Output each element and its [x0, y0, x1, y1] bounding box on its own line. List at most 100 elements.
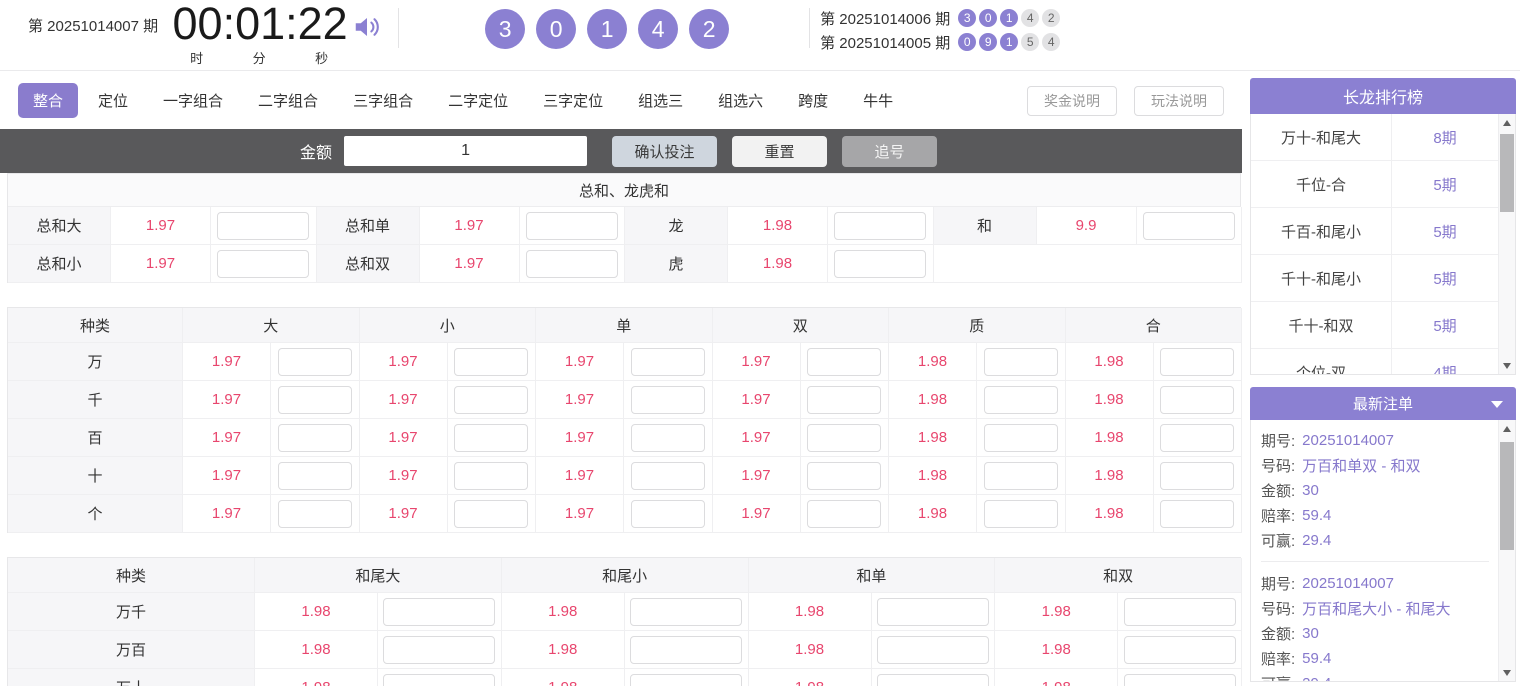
bet-amount-input[interactable]	[807, 385, 882, 414]
scroll-down-icon[interactable]	[1499, 357, 1515, 374]
tab-item[interactable]: 三字定位	[528, 83, 618, 118]
bet-amount-input[interactable]	[630, 673, 743, 686]
bet-amount-input[interactable]	[630, 635, 743, 664]
order-entry: 期号: 20251014007 号码: 万百和尾大小 - 和尾大 金额: 30 赔率: 59.…	[1261, 561, 1489, 681]
bet-input-cell	[977, 343, 1066, 381]
bet-amount-input[interactable]	[876, 673, 989, 686]
reset-button[interactable]: 重置	[732, 135, 828, 167]
bet-amount-input[interactable]	[983, 423, 1058, 452]
bet-amount-input[interactable]	[1160, 347, 1235, 376]
tab-item[interactable]: 组选六	[703, 83, 778, 118]
bet-input-cell	[624, 419, 713, 457]
bet-amount-input[interactable]	[876, 635, 989, 664]
tab-item[interactable]: 整合	[18, 83, 79, 118]
bet-amount-input[interactable]	[454, 499, 529, 528]
bet-amount-input[interactable]	[1160, 499, 1235, 528]
bet-amount-input[interactable]	[1160, 461, 1235, 490]
bet-amount-input[interactable]	[454, 385, 529, 414]
bet-amount-input[interactable]	[630, 597, 743, 626]
amount-input[interactable]	[344, 136, 588, 166]
bet-amount-input[interactable]	[630, 461, 705, 490]
tab-item[interactable]: 二字定位	[433, 83, 523, 118]
scrollbar-thumb[interactable]	[1500, 134, 1514, 212]
bet-amount-input[interactable]	[277, 385, 352, 414]
bet-amount-input[interactable]	[983, 499, 1058, 528]
bet-amount-input[interactable]	[277, 499, 352, 528]
dragon-rank-row[interactable]: 千十-和尾小 5期	[1251, 255, 1498, 302]
bet-amount-input[interactable]	[630, 499, 705, 528]
bet-input-cell	[1153, 457, 1242, 495]
tab-item[interactable]: 定位	[83, 83, 143, 118]
scroll-up-icon[interactable]	[1499, 420, 1515, 437]
history-ball: 4	[1042, 33, 1061, 51]
bet-amount-input[interactable]	[1123, 635, 1236, 664]
bet-amount-input[interactable]	[525, 249, 618, 278]
scroll-down-icon[interactable]	[1499, 664, 1515, 681]
dragon-rank-row[interactable]: 万十-和尾大 8期	[1251, 114, 1498, 161]
row-label: 万百	[8, 631, 255, 669]
prize-info-button[interactable]: 奖金说明	[1027, 85, 1117, 116]
bet-amount-input[interactable]	[983, 347, 1058, 376]
rules-info-button[interactable]: 玩法说明	[1134, 85, 1224, 116]
dragon-rank-row[interactable]: 千百-和尾小 5期	[1251, 208, 1498, 255]
bet-amount-input[interactable]	[630, 423, 705, 452]
tab-item[interactable]: 一字组合	[148, 83, 238, 118]
bet-amount-input[interactable]	[277, 461, 352, 490]
tab-item[interactable]: 跨度	[783, 83, 843, 118]
bet-amount-input[interactable]	[630, 385, 705, 414]
odds-value: 1.98	[995, 593, 1119, 631]
bet-amount-input[interactable]	[834, 211, 927, 240]
speaker-icon[interactable]	[352, 12, 382, 47]
order-field-value: 29.4	[1302, 532, 1332, 549]
bet-amount-input[interactable]	[983, 461, 1058, 490]
bet-amount-input[interactable]	[383, 673, 496, 686]
bet-amount-input[interactable]	[1160, 423, 1235, 452]
tab-item[interactable]: 三字组合	[338, 83, 428, 118]
bet-amount-input[interactable]	[1123, 597, 1236, 626]
bet-amount-input[interactable]	[630, 347, 705, 376]
countdown-minute-label: 分	[252, 51, 266, 66]
bet-amount-input[interactable]	[983, 385, 1058, 414]
bet-amount-input[interactable]	[1123, 673, 1236, 686]
dragon-scrollbar[interactable]	[1498, 114, 1515, 374]
dragon-rank-row[interactable]: 千十-和双 5期	[1251, 302, 1498, 349]
bet-amount-input[interactable]	[454, 423, 529, 452]
dragon-rank-row[interactable]: 个位-双 4期	[1251, 349, 1498, 374]
bet-amount-input[interactable]	[383, 635, 496, 664]
chase-number-button[interactable]: 追号	[842, 135, 938, 167]
bet-amount-input[interactable]	[807, 461, 882, 490]
confirm-bet-button[interactable]: 确认投注	[612, 135, 718, 167]
tab-item[interactable]: 牛牛	[848, 83, 908, 118]
orders-scrollbar[interactable]	[1498, 420, 1515, 681]
bet-input-cell	[1118, 631, 1242, 669]
bet-amount-input[interactable]	[217, 211, 310, 240]
bet-amount-input[interactable]	[834, 249, 927, 278]
bet-amount-input[interactable]	[217, 249, 310, 278]
order-field-label: 号码:	[1261, 601, 1296, 618]
bet-amount-input[interactable]	[807, 499, 882, 528]
odds-value: 1.97	[536, 495, 624, 533]
bet-input-cell	[624, 343, 713, 381]
history-ball: 0	[979, 9, 998, 27]
bet-amount-input[interactable]	[454, 461, 529, 490]
column-header: 和尾小	[501, 558, 749, 593]
bet-amount-input[interactable]	[454, 347, 529, 376]
bet-amount-input[interactable]	[1160, 385, 1235, 414]
amount-label: 金额	[300, 145, 333, 162]
odds-value: 1.98	[1065, 495, 1154, 533]
dragon-rank-row[interactable]: 千位-合 5期	[1251, 161, 1498, 208]
tab-item[interactable]: 二字组合	[243, 83, 333, 118]
bet-amount-input[interactable]	[807, 423, 882, 452]
bet-amount-input[interactable]	[1142, 211, 1235, 240]
scrollbar-thumb[interactable]	[1500, 442, 1514, 550]
scroll-up-icon[interactable]	[1499, 114, 1515, 131]
collapse-caret-icon[interactable]	[1491, 401, 1503, 408]
bet-amount-input[interactable]	[277, 423, 352, 452]
bet-amount-input[interactable]	[525, 211, 618, 240]
tab-item[interactable]: 组选三	[623, 83, 698, 118]
bet-input-cell	[1153, 495, 1242, 533]
bet-amount-input[interactable]	[383, 597, 496, 626]
bet-amount-input[interactable]	[807, 347, 882, 376]
bet-amount-input[interactable]	[876, 597, 989, 626]
bet-amount-input[interactable]	[277, 347, 352, 376]
